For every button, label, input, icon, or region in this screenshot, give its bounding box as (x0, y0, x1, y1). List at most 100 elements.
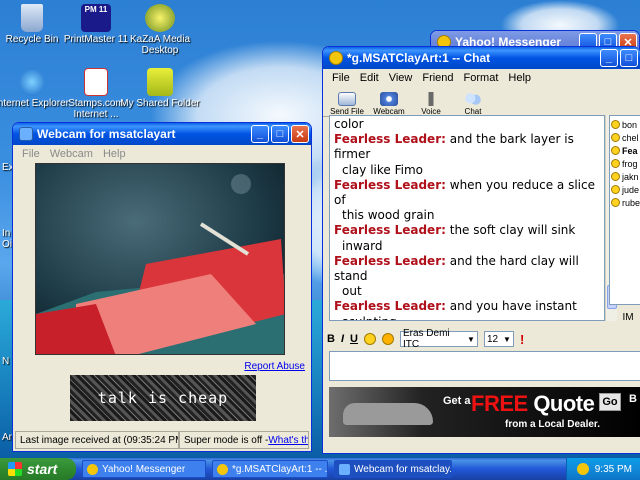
captcha-image: talk is cheap (70, 375, 256, 421)
chat-message-text: this wood grain (342, 208, 435, 223)
room-user-item[interactable]: Fea (611, 144, 640, 157)
chat-toolbar: Send File Webcam Voice Chat (323, 87, 640, 117)
send-file-icon (338, 92, 356, 106)
chat-sender-name: Fearless Leader: (334, 299, 446, 314)
im-button[interactable]: IM (613, 309, 640, 325)
chat-sender-name: Fearless Leader: (334, 132, 446, 147)
format-toolbar: B I U Eras Demi ITC ▼ 12 ▼ ! (327, 328, 640, 350)
webcam-title: Webcam for msatclayart (37, 127, 176, 141)
emoticon-icon[interactable] (363, 333, 376, 345)
chat-message-line: color (334, 117, 600, 132)
ad-dealer-text: from a Local Dealer. (505, 419, 601, 430)
chevron-down-icon: ▼ (503, 334, 511, 344)
whats-this-link[interactable]: What's this? (268, 435, 308, 446)
webcam-button[interactable]: Webcam (371, 92, 407, 116)
webcam-titlebar[interactable]: Webcam for msatclayart _ □ ✕ (13, 123, 311, 145)
user-smiley-icon (611, 198, 620, 207)
webcam-frame (36, 164, 284, 354)
font-size-select[interactable]: 12 ▼ (483, 331, 514, 347)
room-user-item[interactable]: jude (611, 183, 640, 196)
yahoo-smiley-icon (217, 463, 228, 475)
italic-button[interactable]: I (341, 333, 344, 345)
voice-button[interactable]: Voice (413, 92, 449, 116)
webcam-image (35, 163, 285, 355)
menu-file[interactable]: File (327, 72, 355, 84)
color-smiley-icon[interactable] (381, 333, 394, 345)
maximize-button[interactable]: □ (620, 49, 638, 67)
taskbar-item-yahoo-messenger[interactable]: Yahoo! Messenger (82, 460, 206, 478)
minimize-button[interactable]: _ (600, 49, 618, 67)
yahoo-smiley-icon (87, 463, 98, 475)
chat-message-line: Fearless Leader: when you reduce a slice… (334, 178, 600, 208)
menu-format[interactable]: Format (459, 72, 504, 84)
menu-help[interactable]: Help (98, 148, 131, 160)
desktop-icon-shared-folder[interactable]: My Shared Folder (120, 68, 200, 109)
chat-button[interactable]: Chat (455, 92, 491, 116)
printmaster-icon: PM 11 (81, 4, 111, 32)
clock: 9:35 PM (594, 463, 632, 475)
chat-message-text: out (342, 284, 362, 299)
chat-message-line: sculpting (334, 315, 600, 320)
room-user-item[interactable]: chel (611, 131, 640, 144)
user-smiley-icon (611, 159, 620, 168)
menu-edit[interactable]: Edit (355, 72, 384, 84)
desktop-edge-label: N (2, 356, 10, 367)
ad-edge-text: B (629, 393, 637, 405)
windows-flag-icon (8, 462, 22, 476)
room-user-item[interactable]: rube (611, 196, 640, 209)
message-input[interactable] (329, 351, 640, 381)
chat-message-text: the soft clay will sink (449, 223, 576, 238)
taskbar-item-chat[interactable]: *g.MSATClayArt:1 -- ... (212, 460, 328, 478)
taskbar-item-webcam[interactable]: Webcam for msatclay... (334, 460, 452, 478)
ad-headline: FREE Quote (471, 391, 595, 416)
room-user-name: Fea (622, 145, 638, 156)
desktop-icon-kazaa[interactable]: KaZaA Media Desktop (120, 4, 200, 56)
font-select[interactable]: Eras Demi ITC ▼ (399, 328, 478, 350)
chat-sender-name: Fearless Leader: (334, 177, 446, 192)
room-user-name: chel (622, 132, 639, 143)
chat-message-line: out (334, 284, 600, 299)
chat-log[interactable]: color Fearless Leader: and the bark layer… (329, 115, 605, 321)
menu-view[interactable]: View (384, 72, 418, 84)
ad-banner[interactable]: Get a FREE Quote Go from a Local Dealer.… (329, 387, 640, 437)
webcam-window[interactable]: Webcam for msatclayart _ □ ✕ File Webcam… (12, 122, 312, 452)
chat-message-text: and you have instant (449, 299, 577, 314)
chat-window[interactable]: *g.MSATClayArt:1 -- Chat _ □ File Edit V… (322, 46, 640, 454)
minimize-button[interactable]: _ (251, 125, 269, 143)
room-user-list[interactable]: bon chel Fea frog jakn jude rube (609, 115, 640, 305)
menu-help[interactable]: Help (503, 72, 536, 84)
user-smiley-icon (611, 172, 620, 181)
taskbar: start Yahoo! Messenger *g.MSATClayArt:1 … (0, 458, 640, 480)
menu-file[interactable]: File (17, 148, 45, 160)
chat-sender-name: Fearless Leader: (334, 223, 446, 238)
user-smiley-icon (611, 120, 620, 129)
webcam-window-icon (339, 463, 350, 475)
user-smiley-icon (611, 133, 620, 142)
room-user-item[interactable]: frog (611, 157, 640, 170)
close-button[interactable]: ✕ (291, 125, 309, 143)
room-user-item[interactable]: bon (611, 118, 640, 131)
room-user-name: frog (622, 158, 638, 169)
buzz-button[interactable]: ! (520, 332, 524, 347)
chat-bubbles-icon (464, 92, 482, 106)
room-user-item[interactable]: jakn (611, 170, 640, 183)
send-file-button[interactable]: Send File (329, 92, 365, 116)
start-button[interactable]: start (0, 458, 76, 480)
menu-webcam[interactable]: Webcam (45, 148, 98, 160)
underline-button[interactable]: U (350, 333, 358, 345)
room-user-name: jude (622, 184, 640, 195)
report-abuse-link[interactable]: Report Abuse (244, 361, 305, 372)
menu-friend[interactable]: Friend (417, 72, 458, 84)
chat-message-line: clay like Fimo (334, 163, 600, 178)
stamps-icon (84, 68, 108, 96)
user-smiley-icon (611, 146, 620, 155)
chat-message-text: color (334, 117, 364, 131)
webcam-menubar: File Webcam Help (13, 145, 311, 163)
chat-message-line: inward (334, 239, 600, 254)
webcam-window-icon (19, 127, 33, 141)
bold-button[interactable]: B (327, 333, 335, 345)
maximize-button[interactable]: □ (271, 125, 289, 143)
yahoo-tray-icon[interactable] (576, 463, 589, 475)
ad-go-button[interactable]: Go (599, 393, 621, 411)
chat-titlebar[interactable]: *g.MSATClayArt:1 -- Chat _ □ (323, 47, 640, 69)
